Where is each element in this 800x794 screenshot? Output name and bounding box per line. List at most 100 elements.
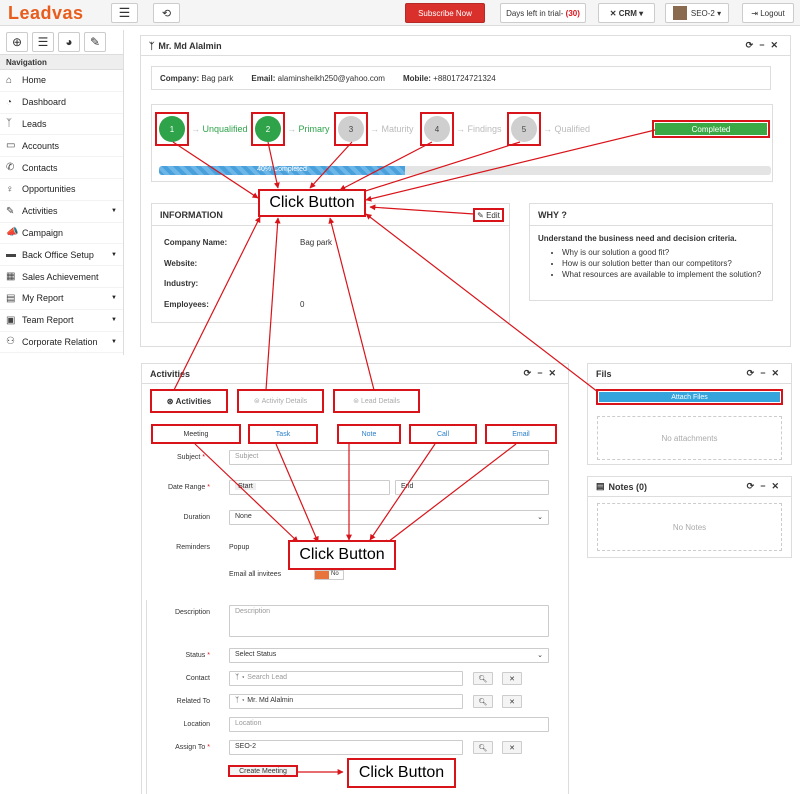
sidebar-item-activities[interactable]: ✎ Activities ▼ [0, 201, 123, 223]
duration-value: None [235, 513, 252, 520]
crm-dropdown[interactable]: ✕ CRM ▾ [598, 3, 655, 23]
create-meeting-button[interactable]: Create Meeting [228, 765, 298, 777]
caret-icon: ▼ [111, 317, 117, 324]
sidebar-item-opportunities[interactable]: ♀ Opportunities [0, 179, 123, 201]
related-search-button[interactable]: 🔍︎ [473, 695, 493, 708]
contact-input[interactable]: ᛉ ▾ Search Lead [229, 671, 463, 686]
type-tab-note[interactable]: Note [337, 424, 401, 444]
edit-icon: ✎ [477, 210, 484, 220]
sidebar-item-home[interactable]: ⌂ Home [0, 70, 123, 92]
tab-lead-details[interactable]: ⊜ Lead Details [333, 389, 420, 413]
description-label: Description [174, 609, 210, 616]
pencil-icon[interactable]: ✎ [84, 32, 106, 52]
stage-3-button[interactable]: 3 [334, 112, 368, 146]
sidebar-item-my-report[interactable]: ▤ My Report ▼ [0, 288, 123, 310]
related-clear-button[interactable]: ✕ [502, 695, 522, 708]
campaign-icon: 📣 [6, 227, 19, 239]
sidebar-item-label: My Report [22, 293, 64, 304]
lead-title: Mr. Md Alalmin [158, 40, 222, 51]
subject-input[interactable]: Subject [229, 450, 549, 465]
arrow-icon: → [287, 124, 299, 134]
sidebar-item-sales-achievement[interactable]: ▦ Sales Achievement [0, 266, 123, 288]
contact-placeholder: Search Lead [247, 674, 287, 681]
panel-controls[interactable]: ⟳−✕ [746, 40, 784, 51]
notes-controls[interactable]: ⟳−✕ [747, 481, 785, 492]
type-tab-call[interactable]: Call [409, 424, 477, 444]
contact-search-button[interactable]: 🔍︎ [473, 672, 493, 685]
contact-clear-button[interactable]: ✕ [502, 672, 522, 685]
sidebar-item-back-office-setup[interactable]: ▬ Back Office Setup ▼ [0, 244, 123, 267]
tab-activity-details-label: Activity Details [261, 397, 308, 405]
contact-label: Contact [185, 675, 210, 682]
date-range-label: Date Range * [167, 484, 210, 491]
why-bullet: What resources are available to implemen… [562, 269, 772, 280]
support-icon[interactable]: ⊕ [6, 32, 28, 52]
logo: Leadvas [8, 3, 84, 23]
sidebar-item-dashboard[interactable]: ◔ Dashboard [0, 92, 123, 114]
end-addon: End [401, 483, 414, 490]
menu-toggle-button[interactable]: ☰ [111, 3, 138, 23]
tab-activity-details[interactable]: ⊜ Activity Details [237, 389, 324, 413]
files-header: Fils ⟳−✕ [588, 364, 791, 384]
duration-select[interactable]: None ⌄ [229, 510, 549, 525]
stage-2-button[interactable]: 2 [251, 112, 285, 146]
edit-button[interactable]: ✎ Edit [473, 208, 504, 222]
caret-icon: ▼ [111, 338, 117, 345]
pie-chart-icon[interactable]: ◕ [58, 32, 80, 52]
database-icon[interactable]: ☰ [32, 32, 54, 52]
assign-close-icon: ✕ [509, 744, 515, 752]
setup-icon: ▬ [6, 249, 16, 261]
start-date-input[interactable]: Start [229, 480, 390, 495]
lead-contact-bar: Company: Bag park Email: alaminsheikh250… [151, 66, 771, 90]
stage-label-text: Findings [467, 124, 502, 134]
attach-files-button[interactable]: Attach Files [599, 392, 780, 402]
notes-title: Notes (0) [608, 481, 648, 492]
arrow-icon: → [370, 124, 382, 134]
contact-type-icon: ᛉ ▾ [235, 674, 248, 681]
sidebar-item-accounts[interactable]: ▭ Accounts [0, 135, 123, 158]
type-tab-email[interactable]: Email [485, 424, 557, 444]
trial-days: (30) [565, 8, 580, 18]
files-controls[interactable]: ⟳−✕ [747, 368, 785, 379]
sidebar-item-campaign[interactable]: 📣 Campaign [0, 223, 123, 245]
assign-search-button[interactable]: 🔍︎ [473, 741, 493, 754]
sidebar-item-contacts[interactable]: ✆ Contacts [0, 157, 123, 179]
stage-label: → Maturity [370, 124, 414, 134]
activities-controls[interactable]: ⟳−✕ [524, 368, 562, 379]
stage-number: 5 [511, 116, 537, 142]
stage-4-button[interactable]: 4 [420, 112, 454, 146]
type-tab-meeting[interactable]: Meeting [151, 424, 241, 444]
stage-label-text: Unqualified [202, 124, 248, 134]
location-input[interactable]: Location [229, 717, 549, 732]
related-select[interactable]: ᛉ ▾ Mr. Md Alalmin [229, 694, 463, 709]
subscribe-button[interactable]: Subscribe Now [405, 3, 485, 23]
assign-clear-button[interactable]: ✕ [502, 741, 522, 754]
progress-text: 40% Completed [257, 166, 307, 173]
click-hint-top: Click Button [258, 189, 366, 217]
type-tab-task[interactable]: Task [248, 424, 318, 444]
history-button[interactable]: ⟲ [153, 3, 180, 23]
chart-icon: ▦ [6, 271, 16, 283]
completed-button[interactable]: Completed [655, 123, 767, 135]
sidebar-item-leads[interactable]: ᛉ Leads [0, 114, 123, 136]
home-icon: ⌂ [6, 74, 13, 86]
stage-5-button[interactable]: 5 [507, 112, 541, 146]
user-menu[interactable]: SEO-2 ▾ [665, 3, 729, 23]
stage-1-button[interactable]: 1 [155, 112, 189, 146]
toggle-knob [315, 571, 329, 579]
logout-button[interactable]: ⇥ Logout [742, 3, 794, 23]
relation-icon: ⚇ [6, 336, 15, 348]
sidebar-item-label: Contacts [22, 162, 58, 173]
assign-select[interactable]: SEO-2 [229, 740, 463, 755]
sidebar-item-team-report[interactable]: ▣ Team Report ▼ [0, 310, 123, 332]
notes-empty: No Notes [597, 503, 782, 551]
nav-heading: Navigation [0, 54, 123, 70]
sidebar-item-corporate-relation[interactable]: ⚇ Corporate Relation ▼ [0, 332, 123, 354]
end-date-input[interactable]: End [395, 480, 549, 495]
email-invitees-toggle[interactable]: No [314, 570, 344, 580]
tab-lead-details-label: Lead Details [360, 397, 400, 405]
accounts-icon: ▭ [6, 140, 16, 152]
tab-activities[interactable]: ⊛ Activities [150, 389, 228, 413]
status-select[interactable]: Select Status ⌄ [229, 648, 549, 663]
description-textarea[interactable]: Description [229, 605, 549, 637]
